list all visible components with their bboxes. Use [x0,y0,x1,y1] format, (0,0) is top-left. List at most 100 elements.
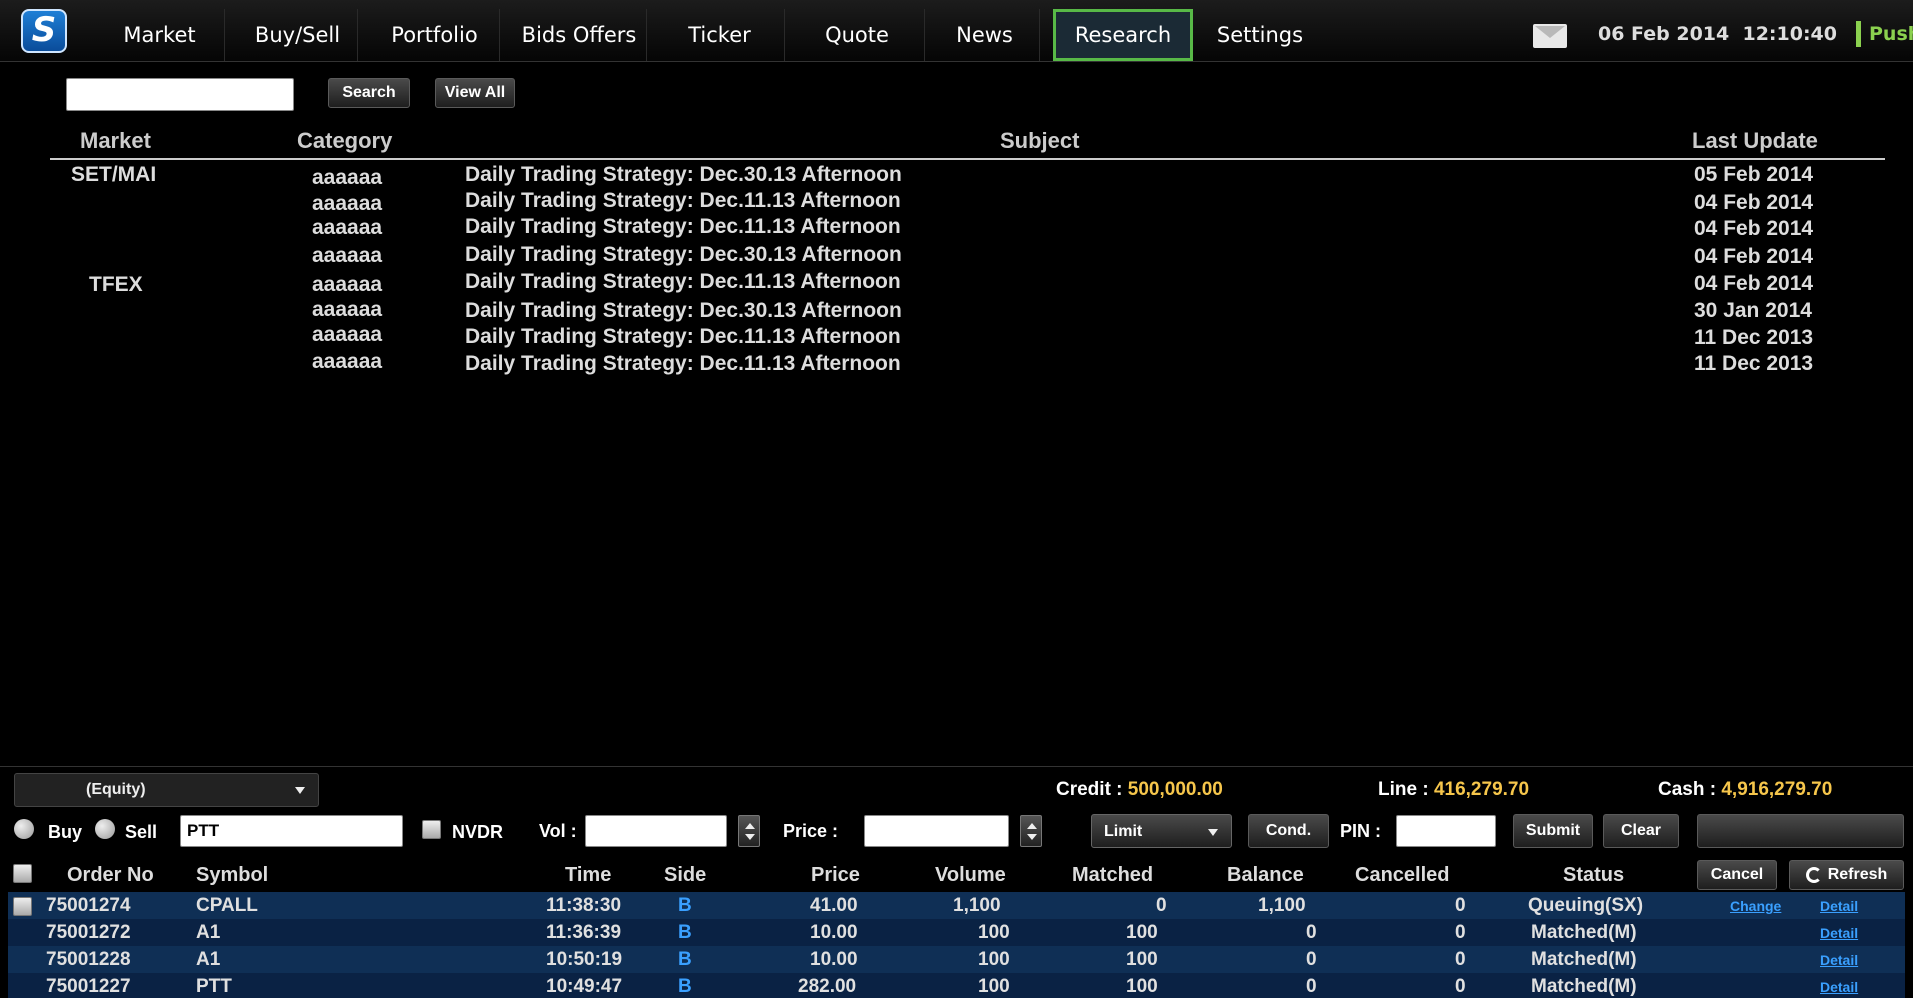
push-indicator[interactable]: Push [1856,21,1913,47]
row-subject[interactable]: Daily Trading Strategy: Dec.11.13 Aftern… [465,270,901,294]
table-row[interactable]: 75001272 A1 11:36:39 B 10.00 100 100 0 0… [8,919,1905,946]
detail-link[interactable]: Detail [1820,952,1858,968]
row-subject[interactable]: Daily Trading Strategy: Dec.11.13 Aftern… [465,215,901,239]
header-subject: Subject [1000,128,1080,153]
volume-stepper[interactable] [738,815,760,847]
order-balance: 0 [1306,949,1317,970]
change-link[interactable]: Change [1730,898,1781,914]
order-status: Queuing(SX) [1528,895,1644,916]
row-subject[interactable]: Daily Trading Strategy: Dec.11.13 Aftern… [465,325,901,349]
detail-link[interactable]: Detail [1820,979,1858,995]
mail-icon[interactable] [1533,24,1567,48]
account-select-label: (Equity) [86,781,146,798]
account-select[interactable]: (Equity) [14,773,319,807]
blank-action-button[interactable] [1697,814,1904,848]
cond-button[interactable]: Cond. [1248,814,1329,848]
buy-radio[interactable] [14,819,34,839]
nav-research[interactable]: Research [1053,9,1193,61]
row-subject[interactable]: Daily Trading Strategy: Dec.11.13 Aftern… [465,352,901,376]
row-subject[interactable]: Daily Trading Strategy: Dec.30.13 Aftern… [465,243,902,267]
order-time: 11:38:30 [546,895,622,916]
header-last-update: Last Update [1692,128,1818,153]
buy-label: Buy [48,822,83,842]
date-time: 06 Feb 2014 12:10:40 [1598,23,1837,45]
table-row[interactable]: 75001227 PTT 10:49:47 B 282.00 100 100 0… [8,973,1905,998]
order-side: B [678,895,692,916]
table-row[interactable]: 75001274 CPALL 11:38:30 B 41.00 1,100 0 … [8,892,1905,919]
order-cancelled: 0 [1455,976,1466,997]
refresh-label: Refresh [1827,866,1888,883]
col-symbol: Symbol [196,864,269,886]
symbol-input[interactable]: PTT [180,815,403,847]
nav-news[interactable]: News [930,9,1040,61]
order-symbol: CPALL [196,895,258,916]
row-date: 05 Feb 2014 [1694,163,1814,186]
price-input[interactable] [864,815,1009,847]
row-date: 04 Feb 2014 [1694,245,1814,268]
sell-label: Sell [125,822,158,842]
order-time: 11:36:39 [546,922,622,943]
col-balance: Balance [1227,864,1304,886]
order-balance: 0 [1306,922,1317,943]
row-subject[interactable]: Daily Trading Strategy: Dec.30.13 Aftern… [465,299,902,323]
submit-button[interactable]: Submit [1513,814,1593,848]
row-subject[interactable]: Daily Trading Strategy: Dec.30.13 Aftern… [465,163,902,187]
app-logo[interactable]: S [21,9,67,53]
order-matched: 100 [1126,949,1158,970]
nav-ticker[interactable]: Ticker [655,9,785,61]
sell-radio[interactable] [95,819,115,839]
vol-label: Vol : [539,821,577,841]
nvdr-checkbox[interactable] [422,820,441,839]
order-symbol: A1 [196,949,221,970]
header-divider [50,158,1885,160]
col-order-no: Order No [67,864,154,886]
nav-bids-offers[interactable]: Bids Offers [512,9,647,61]
research-search-input[interactable] [66,78,294,111]
price-label: Price : [783,821,839,841]
line-label: Line : [1378,779,1429,800]
cash-info: Cash : 4,916,279.70 [1658,779,1832,801]
clear-button[interactable]: Clear [1603,814,1679,848]
pin-input[interactable] [1396,815,1496,847]
order-price: 282.00 [798,976,857,997]
col-time: Time [565,864,612,886]
volume-input[interactable] [585,815,727,847]
cancel-orders-button[interactable]: Cancel [1697,860,1777,890]
order-matched: 100 [1126,976,1158,997]
nav-settings[interactable]: Settings [1200,9,1320,61]
row-checkbox[interactable] [13,897,32,916]
order-no: 75001227 [46,976,131,997]
col-cancelled: Cancelled [1355,864,1450,886]
row-category: aaaaaa [312,323,383,346]
row-subject[interactable]: Daily Trading Strategy: Dec.11.13 Aftern… [465,189,901,213]
table-row[interactable]: 75001228 A1 10:50:19 B 10.00 100 100 0 0… [8,946,1905,973]
row-date: 11 Dec 2013 [1694,352,1814,375]
order-price: 10.00 [810,922,858,943]
col-side: Side [664,864,707,886]
detail-link[interactable]: Detail [1820,898,1858,914]
date-text: 06 Feb 2014 [1598,23,1730,45]
order-volume: 100 [978,922,1010,943]
refresh-button[interactable]: Refresh [1789,860,1904,890]
order-type-select[interactable]: Limit [1091,814,1232,848]
order-no: 75001228 [46,949,131,970]
view-all-button[interactable]: View All [435,78,515,108]
price-stepper[interactable] [1020,815,1042,847]
refresh-icon [1805,867,1822,883]
order-time: 10:50:19 [546,949,623,970]
detail-link[interactable]: Detail [1820,925,1858,941]
order-symbol: A1 [196,922,221,943]
order-cancelled: 0 [1455,895,1466,916]
credit-value: 500,000.00 [1127,779,1223,800]
header-market: Market [80,128,151,153]
order-balance: 1,100 [1258,895,1306,916]
nav-portfolio[interactable]: Portfolio [370,9,500,61]
nav-market[interactable]: Market [95,9,225,61]
order-status: Matched(M) [1531,949,1637,970]
row-date: 11 Dec 2013 [1694,326,1814,349]
nav-buy-sell[interactable]: Buy/Sell [238,9,358,61]
select-all-checkbox[interactable] [13,864,32,883]
nav-quote[interactable]: Quote [790,9,925,61]
search-button[interactable]: Search [328,78,410,108]
row-category: aaaaaa [312,273,383,296]
